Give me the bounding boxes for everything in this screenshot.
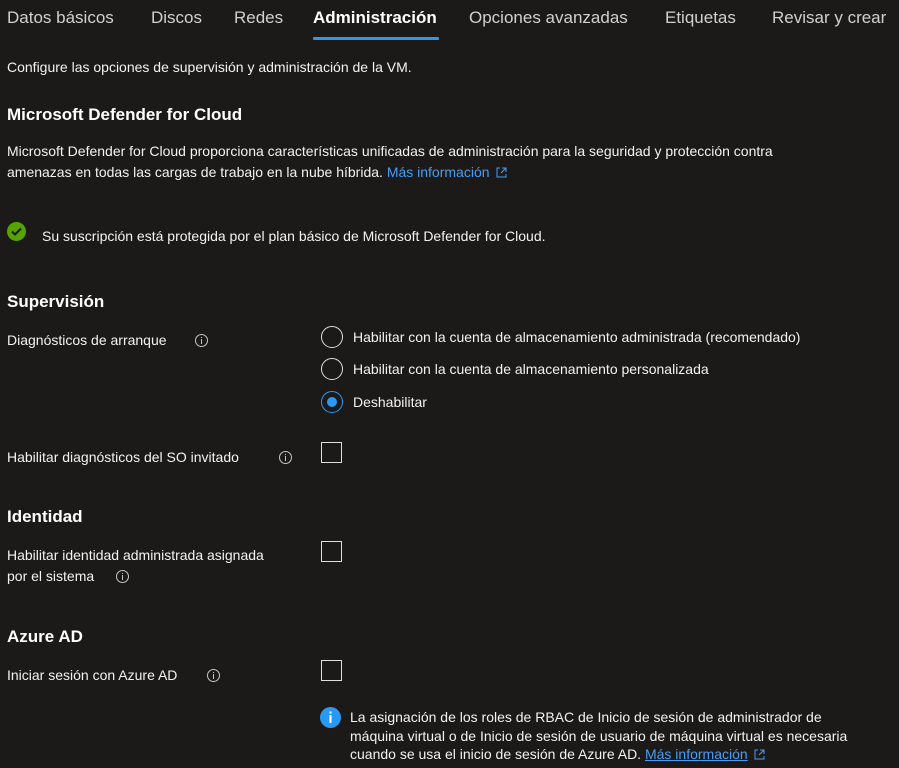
monitoring-heading: Supervisión (7, 292, 105, 311)
tab-discos[interactable]: Discos (151, 8, 202, 28)
radio-disable[interactable] (321, 391, 343, 413)
tab-redes[interactable]: Redes (234, 8, 283, 28)
managed-identity-label-line1: Habilitar identidad administrada asignad… (7, 547, 264, 563)
tab-revisar-y-crear[interactable]: Revisar y crear (772, 8, 886, 28)
azure-ad-learn-more-label: Más información (644, 746, 748, 762)
tab-bar: Datos básicos Discos Redes Administració… (0, 0, 899, 42)
info-icon[interactable] (195, 334, 208, 347)
external-link-icon (496, 167, 507, 178)
external-link-icon (754, 749, 765, 760)
rbac-note-line3: cuando se usa el inicio de sesión de Azu… (350, 746, 642, 762)
azure-ad-heading: Azure AD (7, 627, 83, 646)
info-filled-icon (320, 707, 341, 728)
defender-description-line2: amenazas en todas las cargas de trabajo … (7, 164, 383, 180)
guest-os-diagnostics-label: Habilitar diagnósticos del SO invitado (7, 449, 239, 465)
rbac-note-line2: máquina virtual o de Inicio de sesión de… (350, 728, 848, 744)
active-tab-indicator (313, 37, 439, 40)
radio-custom-storage-label[interactable]: Habilitar con la cuenta de almacenamient… (353, 361, 709, 377)
defender-description-line1: Microsoft Defender for Cloud proporciona… (7, 143, 773, 159)
rbac-note-line3-wrap: cuando se usa el inicio de sesión de Azu… (350, 745, 765, 764)
info-icon[interactable] (207, 669, 220, 682)
tab-opciones-avanzadas[interactable]: Opciones avanzadas (469, 8, 628, 28)
defender-heading: Microsoft Defender for Cloud (7, 105, 243, 124)
rbac-note-line1: La asignación de los roles de RBAC de In… (350, 709, 822, 725)
info-icon[interactable] (116, 570, 129, 583)
azure-ad-login-label: Iniciar sesión con Azure AD (7, 667, 178, 683)
managed-identity-label-line2: por el sistema (7, 568, 95, 584)
tab-administracion[interactable]: Administración (313, 8, 437, 28)
radio-custom-storage[interactable] (321, 358, 343, 380)
tab-datos-basicos[interactable]: Datos básicos (7, 8, 114, 28)
defender-learn-more-link[interactable]: Más información (387, 164, 507, 180)
radio-managed-storage-label[interactable]: Habilitar con la cuenta de almacenamient… (353, 329, 800, 345)
intro-text: Configure las opciones de supervisión y … (7, 59, 412, 75)
defender-learn-more-label: Más información (386, 164, 490, 180)
azure-ad-learn-more-link[interactable]: Más información (645, 746, 748, 762)
info-icon[interactable] (279, 451, 292, 464)
radio-disable-label[interactable]: Deshabilitar (353, 394, 427, 410)
guest-os-diagnostics-checkbox[interactable] (321, 442, 342, 463)
managed-identity-checkbox[interactable] (321, 541, 342, 562)
defender-status-text: Su suscripción está protegida por el pla… (42, 228, 546, 244)
azure-ad-login-checkbox[interactable] (321, 660, 342, 681)
boot-diagnostics-label: Diagnósticos de arranque (7, 332, 167, 348)
defender-description-line2-wrap: amenazas en todas las cargas de trabajo … (7, 164, 507, 180)
tab-etiquetas[interactable]: Etiquetas (665, 8, 736, 28)
identity-heading: Identidad (7, 507, 83, 526)
radio-managed-storage[interactable] (321, 326, 343, 348)
success-check-icon (7, 222, 26, 241)
